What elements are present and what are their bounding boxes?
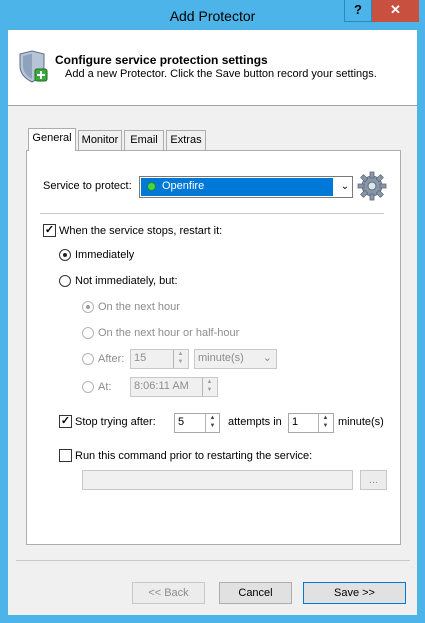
banner-subtitle: Add a new Protector. Click the Save butt… [65, 68, 377, 80]
chevron-down-icon[interactable]: ⌄ [339, 179, 351, 195]
next-half-hour-radio[interactable] [82, 327, 94, 339]
footer-divider [16, 560, 410, 561]
stop-trying-checkbox[interactable]: ✓ [59, 415, 72, 428]
tab-email[interactable]: Email [124, 130, 164, 150]
minutes-label: minute(s) [338, 416, 384, 428]
back-button[interactable]: << Back [132, 582, 205, 604]
service-status-icon [147, 182, 156, 191]
title-bar[interactable]: Add Protector ? ✕ [0, 0, 425, 30]
tab-extras[interactable]: Extras [166, 130, 206, 150]
not-immediately-radio[interactable] [59, 275, 71, 287]
after-unit-value: minute(s) [198, 352, 244, 364]
radio-dot [86, 305, 90, 309]
attempts-in-label: attempts in [228, 416, 282, 428]
help-button[interactable]: ? [344, 0, 372, 22]
after-label: After: [98, 353, 125, 365]
at-time-spinner[interactable]: ▲ ▼ [202, 378, 216, 396]
at-radio[interactable] [82, 381, 94, 393]
attempts-spinner[interactable]: ▲ ▼ [205, 414, 219, 432]
immediately-radio[interactable] [59, 249, 71, 261]
after-radio[interactable] [82, 353, 94, 365]
after-unit-dropdown[interactable]: minute(s) ⌄ [194, 349, 277, 369]
section-divider [40, 213, 384, 214]
stop-trying-label: Stop trying after: [75, 416, 156, 428]
shield-plus-icon [19, 50, 48, 83]
service-value: Openfire [162, 180, 205, 192]
after-spinner[interactable]: ▲ ▼ [173, 350, 187, 368]
radio-dot [63, 253, 67, 257]
next-half-hour-label: On the next hour or half-hour [98, 327, 240, 339]
command-field[interactable] [82, 470, 353, 490]
tab-monitor[interactable]: Monitor [78, 130, 122, 150]
gear-icon[interactable] [356, 170, 388, 202]
restart-label: When the service stops, restart it: [59, 225, 223, 237]
save-button[interactable]: Save >> [303, 582, 406, 604]
run-command-label: Run this command prior to restarting the… [75, 450, 313, 462]
cancel-button[interactable]: Cancel [219, 582, 292, 604]
next-hour-label: On the next hour [98, 301, 180, 313]
at-label: At: [98, 381, 112, 393]
next-hour-radio[interactable] [82, 301, 94, 313]
minutes-spinner[interactable]: ▲ ▼ [318, 414, 332, 432]
tab-general[interactable]: General [28, 128, 76, 151]
not-immediately-label: Not immediately, but: [75, 275, 178, 287]
banner-title: Configure service protection settings [55, 53, 268, 67]
restart-checkbox[interactable]: ✓ [43, 224, 56, 237]
browse-button[interactable]: ... [360, 470, 387, 490]
immediately-label: Immediately [75, 249, 135, 261]
close-button[interactable]: ✕ [372, 0, 419, 22]
chevron-down-icon: ⌄ [262, 352, 272, 364]
service-label: Service to protect: [43, 180, 132, 192]
run-command-checkbox[interactable] [59, 449, 72, 462]
